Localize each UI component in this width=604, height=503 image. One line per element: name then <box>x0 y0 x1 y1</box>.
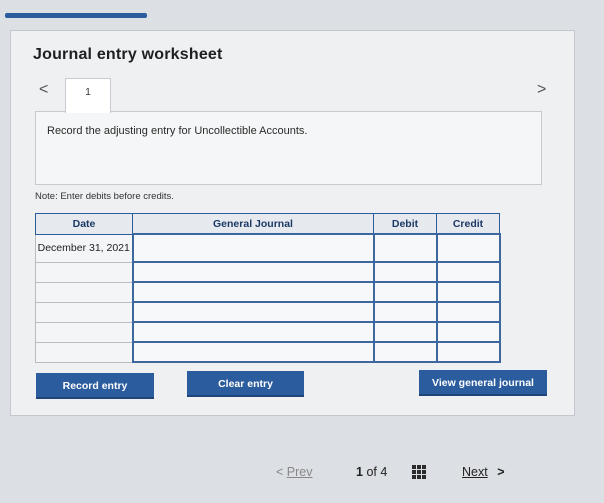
page-indicator: 1 of 4 <box>356 465 387 479</box>
column-header-credit: Credit <box>436 213 500 235</box>
debit-input[interactable] <box>372 233 438 263</box>
date-cell[interactable]: December 31, 2021 <box>35 233 133 263</box>
table-header-row: Date General Journal Debit Credit <box>35 213 500 235</box>
record-entry-button[interactable]: Record entry <box>36 373 154 399</box>
note-text: Note: Enter debits before credits. <box>35 191 174 202</box>
column-header-general-journal: General Journal <box>132 213 374 235</box>
next-label: Next <box>462 465 488 479</box>
current-page: 1 <box>356 465 363 479</box>
table-row <box>35 281 501 303</box>
table-row <box>35 301 501 323</box>
debit-input[interactable] <box>372 301 438 323</box>
chevron-right-icon: > <box>497 465 505 479</box>
debit-input[interactable] <box>372 261 438 283</box>
account-input[interactable] <box>131 321 375 343</box>
table-row <box>35 321 501 343</box>
table-row <box>35 261 501 283</box>
clear-entry-button[interactable]: Clear entry <box>187 371 304 397</box>
date-cell[interactable] <box>35 281 133 303</box>
grid-icon[interactable] <box>412 465 426 479</box>
chevron-left-icon: < <box>276 465 284 479</box>
table-row: December 31, 2021 <box>35 233 501 263</box>
prev-label: Prev <box>286 465 313 479</box>
column-header-debit: Debit <box>373 213 437 235</box>
date-cell[interactable] <box>35 341 133 363</box>
debit-input[interactable] <box>372 321 438 343</box>
credit-input[interactable] <box>435 281 501 303</box>
chevron-right-icon[interactable]: > <box>537 81 546 99</box>
credit-input[interactable] <box>435 261 501 283</box>
worksheet-title: Journal entry worksheet <box>33 46 223 63</box>
prev-page-link[interactable]: < Prev <box>276 465 313 479</box>
credit-input[interactable] <box>435 341 501 363</box>
credit-input[interactable] <box>435 233 501 263</box>
question-box: Record the adjusting entry for Uncollect… <box>35 111 542 185</box>
debit-input[interactable] <box>372 341 438 363</box>
view-general-journal-button[interactable]: View general journal <box>419 370 547 396</box>
debit-input[interactable] <box>372 281 438 303</box>
account-input[interactable] <box>131 301 375 323</box>
column-header-date: Date <box>35 213 133 235</box>
journal-entry-table: Date General Journal Debit Credit Decemb… <box>35 213 501 363</box>
progress-bar <box>5 13 147 18</box>
account-input[interactable] <box>131 233 375 263</box>
date-cell[interactable] <box>35 301 133 323</box>
credit-input[interactable] <box>435 301 501 323</box>
journal-worksheet-panel: Journal entry worksheet < > 1 Record the… <box>10 30 575 416</box>
tab-1[interactable]: 1 <box>65 78 111 113</box>
page-of-label: of <box>366 465 377 479</box>
next-page-link[interactable]: Next > <box>462 465 505 479</box>
chevron-left-icon[interactable]: < <box>39 81 48 99</box>
question-text: Record the adjusting entry for Uncollect… <box>47 125 308 137</box>
date-cell[interactable] <box>35 321 133 343</box>
account-input[interactable] <box>131 341 375 363</box>
account-input[interactable] <box>131 281 375 303</box>
table-row <box>35 341 501 363</box>
total-pages: 4 <box>380 465 388 479</box>
date-cell[interactable] <box>35 261 133 283</box>
account-input[interactable] <box>131 261 375 283</box>
credit-input[interactable] <box>435 321 501 343</box>
